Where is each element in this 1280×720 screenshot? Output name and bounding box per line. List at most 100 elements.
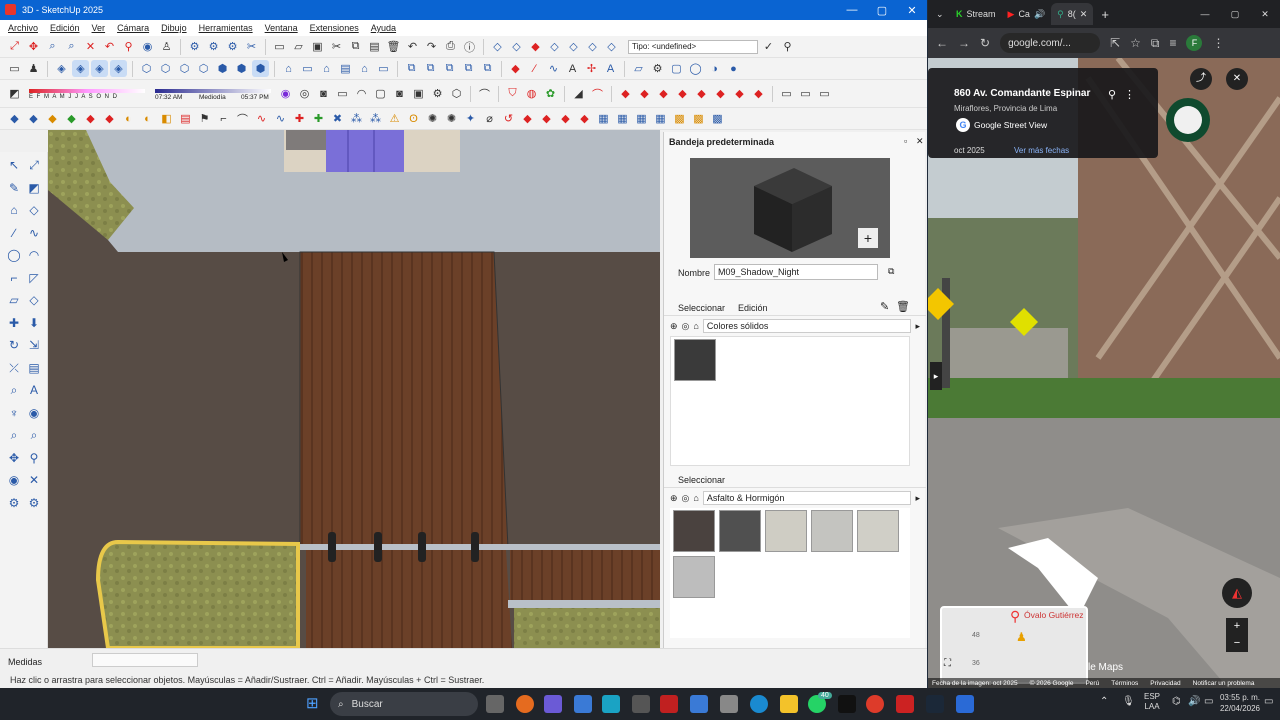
select-tool-icon[interactable]: ⤢ (6, 38, 23, 55)
clock[interactable]: 03:55 p. m. 22/04/2026 (1210, 692, 1260, 714)
concrete-swatch-4[interactable] (673, 556, 715, 598)
footer-country[interactable]: Perú (1085, 680, 1099, 687)
wedge-icon[interactable]: ◢ (570, 85, 587, 102)
pan-tool-icon[interactable]: ✥ (25, 38, 42, 55)
3dtext-icon[interactable]: A (602, 60, 619, 77)
line-tool-icon[interactable]: ∕ (5, 224, 23, 242)
menu-camara[interactable]: Cámara (117, 23, 149, 33)
shadows-icon[interactable]: ◉ (277, 85, 294, 102)
component-tool-icon[interactable]: ⚙ (5, 494, 23, 512)
ext-icon-3[interactable]: ◆ (44, 110, 61, 127)
user-icon[interactable]: ♟ (25, 60, 42, 77)
copy-icon[interactable]: ⧉ (347, 38, 364, 55)
minimize-button[interactable]: — (837, 4, 867, 16)
zoom-extents-icon[interactable]: ✕ (82, 38, 99, 55)
sandbox-icon-2[interactable]: ◇ (508, 38, 525, 55)
asphalt-swatch-2[interactable] (719, 510, 761, 552)
flip-edge-icon[interactable]: ◇ (584, 38, 601, 55)
ext-icon-25[interactable]: ✦ (462, 110, 479, 127)
save-icon[interactable]: ▣ (309, 38, 326, 55)
tab-close-icon[interactable]: ✕ (1080, 9, 1088, 20)
plugin-icon-6[interactable]: ◆ (712, 85, 729, 102)
add-material-button[interactable]: + (858, 228, 878, 248)
rotated-rect-tool-icon[interactable]: ◸ (25, 269, 43, 287)
material-swatch[interactable] (674, 339, 716, 381)
tape-icon[interactable]: ⌒ (476, 85, 493, 102)
duplicate-icon[interactable]: ⧉ (888, 266, 894, 277)
orbit-tool-icon[interactable]: ◉ (5, 471, 23, 489)
file-explorer-icon[interactable] (780, 695, 798, 713)
shaded-icon[interactable]: ⬡ (157, 60, 174, 77)
steam-icon[interactable] (926, 695, 944, 713)
ext-icon-23[interactable]: ✺ (424, 110, 441, 127)
zoom-tool-icon[interactable]: ⌕ (5, 426, 23, 444)
scene-icon-3[interactable]: ▢ (372, 85, 389, 102)
plugin-icon-10[interactable]: ▭ (797, 85, 814, 102)
type-field[interactable]: Tipo: <undefined> (628, 39, 758, 54)
ext-icon-34[interactable]: ▦ (633, 110, 650, 127)
profile-avatar[interactable]: F (1186, 35, 1203, 51)
offset-tool-icon[interactable]: ⤫ (5, 359, 23, 377)
close-button[interactable]: ✕ (897, 4, 927, 17)
left-view-icon[interactable]: ▭ (375, 60, 392, 77)
3d-viewport[interactable] (48, 130, 660, 648)
ext-icon-8[interactable]: ◐ (139, 110, 156, 127)
wireframe-icon[interactable]: ◈ (110, 60, 127, 77)
monochrome-icon[interactable]: ⬡ (195, 60, 212, 77)
text-tool-icon[interactable]: A (25, 381, 43, 399)
tab-seleccionar[interactable]: Seleccionar (678, 303, 725, 313)
rect-tool-icon[interactable]: ⌐ (5, 269, 23, 287)
folder-icon[interactable]: ▱ (630, 60, 647, 77)
star-icon[interactable]: ☆ (1130, 36, 1141, 50)
model-icon-2[interactable]: ◎ (682, 493, 690, 504)
warning-icon[interactable]: ⚠ (386, 110, 403, 127)
orbit-icon[interactable]: ◈ (53, 60, 70, 77)
lasso-tool-icon[interactable]: ⤢ (25, 156, 43, 174)
ext-icon-10[interactable]: ▤ (177, 110, 194, 127)
camera-icon[interactable]: ◙ (315, 85, 332, 102)
cube-icon[interactable]: ⬡ (448, 85, 465, 102)
section-cut-icon[interactable]: ⧉ (441, 60, 458, 77)
stamp-icon[interactable]: ◆ (527, 38, 544, 55)
axes-icon[interactable]: ✢ (583, 60, 600, 77)
zoom-controls[interactable]: + − (1226, 618, 1248, 652)
menu-ver[interactable]: Ver (92, 23, 106, 33)
tape-tool-icon[interactable]: ▤ (25, 359, 43, 377)
axes-tool-icon[interactable]: ♆ (5, 404, 23, 422)
scale-tool-icon[interactable]: ⇲ (25, 336, 43, 354)
protractor-tool-icon[interactable]: ◉ (25, 404, 43, 422)
erase-icon[interactable]: 🗑 (385, 38, 402, 55)
ext-icon-5[interactable]: ◆ (82, 110, 99, 127)
ext-icon-30[interactable]: ◆ (557, 110, 574, 127)
shield-icon[interactable]: ⛉ (504, 85, 521, 102)
ext-icon-14[interactable]: ∿ (253, 110, 270, 127)
redo-icon[interactable]: ↷ (423, 38, 440, 55)
zoom-icon[interactable]: ⌕ (44, 38, 61, 55)
ext-icon-19[interactable]: ⁂ (348, 110, 365, 127)
chrome-minimize-button[interactable]: — (1190, 9, 1220, 19)
ext-icon-2[interactable]: ◆ (25, 110, 42, 127)
footer-report[interactable]: Notificar un problema (1193, 680, 1255, 687)
eraser-tool-icon[interactable]: ◩ (25, 179, 43, 197)
smoove-icon[interactable]: ◇ (565, 38, 582, 55)
new-icon[interactable]: ▭ (6, 60, 23, 77)
back-view-icon[interactable]: ⌂ (356, 60, 373, 77)
circle-tool-icon[interactable]: ◯ (5, 246, 23, 264)
outlook-icon[interactable] (690, 695, 708, 713)
section-plane-icon[interactable]: ⧉ (403, 60, 420, 77)
plugin-icon-9[interactable]: ▭ (778, 85, 795, 102)
ext-icon-35[interactable]: ▦ (652, 110, 669, 127)
add-detail-icon[interactable]: ◇ (603, 38, 620, 55)
curve-icon[interactable]: ∿ (545, 60, 562, 77)
menu-icon[interactable]: ⋮ (1212, 36, 1224, 50)
tag-icon[interactable]: ▢ (668, 60, 685, 77)
plugin-icon-3[interactable]: ◆ (655, 85, 672, 102)
iso-view-icon[interactable]: ⌂ (280, 60, 297, 77)
tray-arrow-icon[interactable]: ⌃ (1100, 696, 1108, 707)
task-view-icon[interactable] (486, 695, 504, 713)
new-tab-button[interactable]: + (1101, 7, 1109, 22)
drape-icon[interactable]: ◇ (546, 38, 563, 55)
scene-icon-5[interactable]: ▣ (410, 85, 427, 102)
leaf-icon[interactable]: ✿ (542, 85, 559, 102)
shaded-textures-icon[interactable]: ⬡ (176, 60, 193, 77)
